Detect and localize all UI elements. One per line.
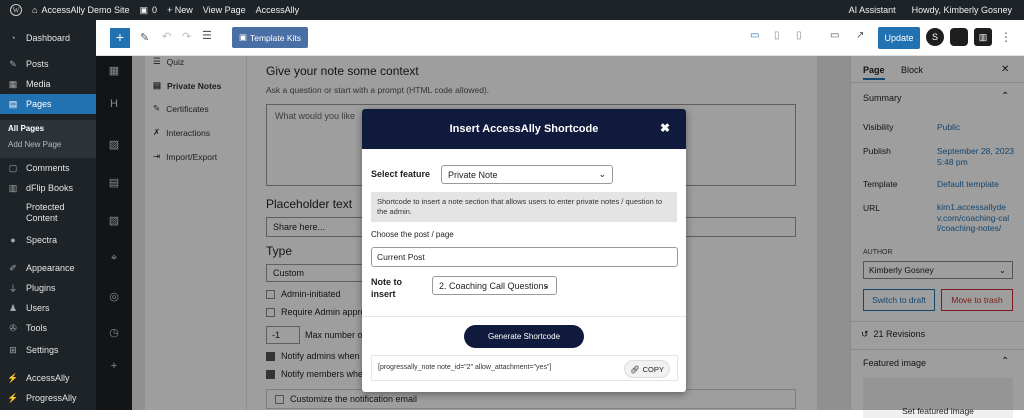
modal-header: Insert AccessAlly Shortcode ✖: [362, 109, 686, 149]
close-icon[interactable]: ✖: [660, 121, 670, 135]
sidebar-item-posts[interactable]: ✎ Posts: [0, 54, 96, 74]
desktop-preview-icon[interactable]: ▭: [750, 30, 759, 41]
pages-icon: ▤: [8, 98, 18, 109]
undo-icon[interactable]: ↶: [162, 30, 171, 43]
pages-submenu: All Pages Add New Page: [0, 120, 96, 158]
sidebar-item-comments[interactable]: ▢ Comments: [0, 158, 96, 178]
note-to-insert-label: Note to insert: [371, 277, 402, 299]
mobile-preview-icon[interactable]: ▯: [796, 30, 802, 41]
sidebar-item-settings[interactable]: ⊞ Settings: [0, 340, 96, 360]
pencil-icon[interactable]: ✎: [140, 31, 149, 44]
select-feature-dropdown[interactable]: Private Note ⌄: [441, 165, 613, 184]
note-select-dropdown[interactable]: 2. Coaching Call Questions ⌄: [432, 276, 557, 295]
settings-panel-icon[interactable]: ▥: [974, 28, 992, 46]
new-content-link[interactable]: + New: [167, 5, 193, 15]
template-kits-icon: ▣: [238, 32, 247, 42]
sidebar-item-media[interactable]: ▦ Media: [0, 74, 96, 94]
shortcode-text[interactable]: [progressally_note note_id="2" allow_att…: [378, 364, 551, 371]
home-icon: ⌂: [32, 5, 38, 15]
template-kits-button[interactable]: ▣ Template Kits: [232, 27, 308, 48]
add-block-button[interactable]: +: [110, 28, 130, 48]
modal-title: Insert AccessAlly Shortcode: [449, 123, 599, 135]
book-icon: ▥: [8, 182, 18, 193]
plugin-panel-icon[interactable]: [950, 28, 968, 46]
sidebar-item-appearance[interactable]: ✐ Appearance: [0, 258, 96, 278]
select-feature-label: Select feature: [371, 169, 431, 179]
sidebar-item-spectra[interactable]: ● Spectra: [0, 230, 96, 250]
progressally-icon: ⚡: [7, 392, 19, 403]
editor-toolbar: + ✎ ↶ ↷ ☰ ▣ Template Kits ▭ ▯ ▯ ▭ ↗ Updat…: [96, 20, 1024, 56]
submenu-add-new-page[interactable]: Add New Page: [8, 140, 61, 149]
settings-icon: ⊞: [9, 344, 17, 355]
accessally-link[interactable]: AccessAlly: [256, 5, 300, 15]
comment-icon: ▣: [139, 4, 148, 15]
choose-post-label: Choose the post / page: [371, 230, 454, 239]
sidebar-item-accessally[interactable]: ⚡ AccessAlly: [0, 368, 96, 388]
pin-icon: ✎: [9, 58, 17, 69]
sidebar-item-plugins[interactable]: ⏚ Plugins: [0, 278, 96, 298]
divider: [362, 316, 686, 317]
sidebar-item-users[interactable]: ♟ Users: [0, 298, 96, 318]
admin-bar: W ⌂ AccessAlly Demo Site ▣ 0 + New View …: [0, 0, 1024, 20]
copy-button[interactable]: 🔗︎ COPY: [624, 360, 670, 378]
howdy-user-link[interactable]: Howdy, Kimberly Gosney: [912, 5, 1012, 15]
tablet-preview-icon[interactable]: ▯: [774, 30, 780, 41]
feature-description: Shortcode to insert a note section that …: [371, 192, 677, 222]
sidebar-item-pages[interactable]: ▤ Pages: [0, 94, 96, 114]
update-button[interactable]: Update: [878, 27, 920, 49]
wordpress-logo-icon[interactable]: W: [10, 4, 22, 16]
external-link-icon[interactable]: ↗: [856, 30, 864, 41]
sidebar-item-progressally[interactable]: ⚡ ProgressAlly: [0, 388, 96, 408]
list-view-icon[interactable]: ☰: [202, 29, 212, 42]
chevron-down-icon: ⌄: [598, 169, 606, 179]
options-menu-icon[interactable]: ⋮: [1000, 30, 1012, 44]
sidebar-item-dflip-books[interactable]: ▥ dFlip Books: [0, 178, 96, 198]
site-name-link[interactable]: ⌂ AccessAlly Demo Site: [32, 5, 129, 15]
view-page-link[interactable]: View Page: [203, 5, 246, 15]
comments-link[interactable]: ▣ 0: [139, 5, 157, 16]
accessally-icon: ⚡: [7, 372, 19, 383]
comments-icon: ▢: [8, 162, 18, 173]
tools-icon: ✇: [9, 322, 17, 333]
redo-icon[interactable]: ↷: [182, 30, 191, 43]
chevron-down-icon: ⌄: [542, 280, 550, 290]
plugin-icon: ⏚: [8, 283, 18, 294]
ai-assistant-link[interactable]: AI Assistant: [849, 5, 896, 15]
insert-shortcode-modal: Insert AccessAlly Shortcode ✖ Select fea…: [362, 109, 686, 392]
sidebar-item-tools[interactable]: ✇ Tools: [0, 318, 96, 338]
sidebar-item-protected-content[interactable]: Protected Content: [0, 202, 96, 226]
media-icon: ▦: [8, 78, 18, 89]
link-icon: 🔗︎: [630, 364, 640, 374]
preview-icon[interactable]: ▭: [830, 30, 839, 41]
brush-icon: ✐: [9, 262, 17, 273]
sidebar-item-dashboard[interactable]: ◔ Dashboard: [0, 28, 96, 48]
svg-text:W: W: [13, 7, 20, 15]
users-icon: ♟: [8, 302, 18, 313]
generate-shortcode-button[interactable]: Generate Shortcode: [464, 325, 584, 348]
dashboard-icon: ◔: [10, 33, 16, 43]
submenu-all-pages[interactable]: All Pages: [8, 124, 44, 133]
post-page-input[interactable]: Current Post: [371, 247, 678, 267]
shortcode-output: [progressally_note note_id="2" allow_att…: [371, 355, 678, 381]
spectra-icon: ●: [10, 235, 16, 245]
spectra-logo-icon[interactable]: S: [926, 28, 944, 46]
admin-sidebar: ◔ Dashboard ✎ Posts ▦ Media ▤ Pages All Page…: [0, 20, 96, 410]
